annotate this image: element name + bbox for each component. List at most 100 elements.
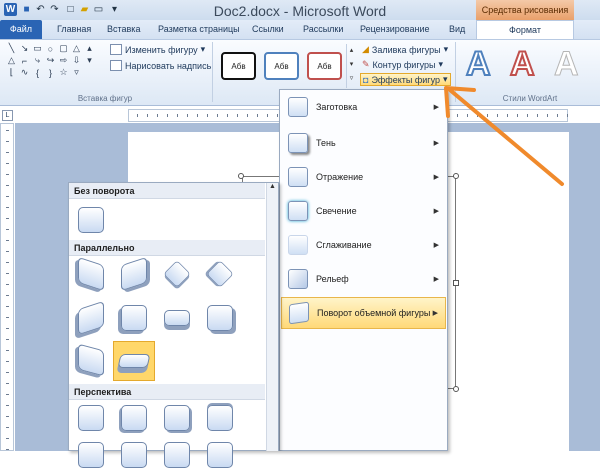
gallery-scrollbar[interactable]: ▲	[266, 183, 278, 451]
ruler-tick	[227, 114, 228, 117]
tab-page-layout[interactable]: Разметка страницы	[158, 20, 240, 39]
gallery-item[interactable]	[117, 438, 151, 472]
insert-shapes-group-label: Вставка фигур	[77, 94, 133, 103]
curve-connector-icon[interactable]: ⤷	[32, 55, 43, 65]
tab-view[interactable]: Вид	[449, 20, 465, 39]
line-shape-icon[interactable]: ╲	[6, 43, 17, 53]
ruler-tick	[277, 114, 278, 117]
resize-handle[interactable]	[238, 173, 244, 179]
freeform-icon[interactable]: ∿	[19, 67, 30, 77]
menu-item-bevel[interactable]: Рельеф ▶	[281, 263, 446, 295]
gallery-item[interactable]	[160, 438, 194, 472]
brace-left-icon[interactable]: {	[32, 68, 43, 78]
gallery-item[interactable]	[117, 401, 151, 435]
tab-file[interactable]: Файл	[0, 20, 42, 39]
change-shape-button[interactable]: Изменить фигуру ▾	[110, 44, 205, 55]
menu-item-reflection[interactable]: Отражение ▶	[281, 161, 446, 193]
menu-item-shadow[interactable]: Тень ▶	[281, 127, 446, 159]
ruler-tick	[247, 114, 248, 117]
gallery-item-selected[interactable]	[113, 341, 155, 381]
parallel-preset-icon	[78, 343, 104, 377]
shape-fill-button[interactable]: ◢ Заливка фигуры ▾	[362, 44, 448, 55]
shape-styles-scroll[interactable]: ▴ ▾ ▿	[346, 44, 356, 88]
gallery-item[interactable]	[74, 203, 108, 237]
tab-insert[interactable]: Вставка	[107, 20, 140, 39]
gallery-item[interactable]	[74, 256, 108, 292]
ruler-tick	[6, 262, 9, 263]
scroll-up-icon[interactable]: ▴	[84, 43, 95, 53]
arrow-line-shape-icon[interactable]: ↘	[19, 43, 30, 53]
gallery-item[interactable]	[203, 301, 237, 335]
perspective-preset-icon	[164, 405, 190, 431]
shape-style-black[interactable]: Абв	[221, 52, 256, 80]
rotation-3d-icon	[289, 301, 309, 325]
paint-bucket-icon: ◢	[362, 44, 369, 54]
drawing-tools-context-label: Средства рисования	[476, 0, 574, 20]
section-no-rotation: Без поворота	[69, 183, 265, 199]
scroll-up-arrow-icon[interactable]: ▲	[267, 183, 278, 193]
scroll-down-icon[interactable]: ▾	[84, 55, 95, 65]
gallery-item[interactable]	[117, 256, 151, 292]
tab-format[interactable]: Формат	[476, 20, 574, 39]
arrow-right-shape-icon[interactable]: ⇨	[58, 55, 69, 65]
resize-handle[interactable]	[453, 280, 459, 286]
ruler-tick	[6, 163, 9, 164]
perspective-preset-icon	[207, 405, 233, 431]
ruler-tick	[6, 339, 9, 340]
draw-textbox-button[interactable]: Нарисовать надпись	[110, 60, 211, 71]
menu-item-soft-edges[interactable]: Сглаживание ▶	[281, 229, 446, 261]
elbow-connector-icon[interactable]: ⌐	[19, 56, 30, 66]
tab-mailings[interactable]: Рассылки	[303, 20, 343, 39]
menu-item-glow[interactable]: Свечение ▶	[281, 195, 446, 227]
bracket-left-icon[interactable]: ⌊	[6, 67, 17, 77]
triangle-small-shape-icon[interactable]: △	[6, 55, 17, 65]
bevel-icon	[288, 269, 308, 289]
triangle-shape-icon[interactable]: △	[71, 43, 82, 53]
arrow-down-shape-icon[interactable]: ⇩	[71, 55, 82, 65]
tab-references[interactable]: Ссылки	[252, 20, 284, 39]
gallery-item[interactable]	[160, 257, 194, 291]
gallery-item[interactable]	[160, 401, 194, 435]
shape-style-blue[interactable]: Абв	[264, 52, 299, 80]
star-shape-icon[interactable]: ☆	[58, 67, 69, 77]
shape-style-red[interactable]: Абв	[307, 52, 342, 80]
tab-home[interactable]: Главная	[57, 20, 91, 39]
menu-item-preset[interactable]: Заготовка ▶	[281, 91, 446, 123]
ruler-tick	[6, 427, 9, 428]
shape-outline-button[interactable]: ✎ Контур фигуры ▾	[362, 59, 443, 70]
gallery-item[interactable]	[74, 438, 108, 472]
gallery-item[interactable]	[74, 300, 108, 336]
rectangle-shape-icon[interactable]: ▭	[32, 43, 43, 53]
vertical-ruler[interactable]	[0, 123, 14, 451]
shapes-gallery[interactable]: ╲ ↘ ▭ ○ ▢ △ ▴ △ ⌐ ⤷ ↪ ⇨ ⇩ ▾ ⌊ ∿ { } ☆ ▿	[6, 43, 102, 88]
gallery-item[interactable]	[203, 401, 237, 435]
more-shapes-icon[interactable]: ▿	[71, 67, 82, 77]
tab-review[interactable]: Рецензирование	[360, 20, 430, 39]
perspective-preset-icon	[78, 442, 104, 468]
tab-selector[interactable]: L	[2, 110, 13, 121]
rounded-rect-shape-icon[interactable]: ▢	[58, 43, 69, 53]
edit-shape-icon	[110, 44, 122, 55]
curved-arrow-icon[interactable]: ↪	[45, 55, 56, 65]
parallel-preset-icon	[164, 310, 190, 326]
gallery-item[interactable]	[74, 343, 108, 377]
gallery-item[interactable]	[203, 438, 237, 472]
perspective-preset-icon	[78, 405, 104, 431]
gallery-item[interactable]	[117, 301, 151, 335]
brace-right-icon[interactable]: }	[45, 68, 56, 78]
ruler-tick	[6, 317, 9, 318]
resize-handle[interactable]	[453, 386, 459, 392]
ruler-tick	[6, 251, 9, 252]
gallery-item[interactable]	[160, 301, 194, 335]
wordart-style-blue[interactable]: A	[465, 45, 492, 83]
section-parallel: Параллельно	[69, 240, 265, 256]
gallery-item[interactable]	[203, 257, 237, 291]
wordart-style-gray[interactable]: A	[554, 46, 580, 83]
gallery-item[interactable]	[74, 401, 108, 435]
oval-shape-icon[interactable]: ○	[45, 44, 56, 54]
wordart-style-red[interactable]: A	[509, 45, 536, 83]
menu-item-3d-rotation[interactable]: Поворот объемной фигуры ▶	[281, 297, 446, 329]
ruler-tick	[6, 185, 9, 186]
perspective-preset-icon	[164, 442, 190, 468]
ruler-tick	[6, 207, 9, 208]
